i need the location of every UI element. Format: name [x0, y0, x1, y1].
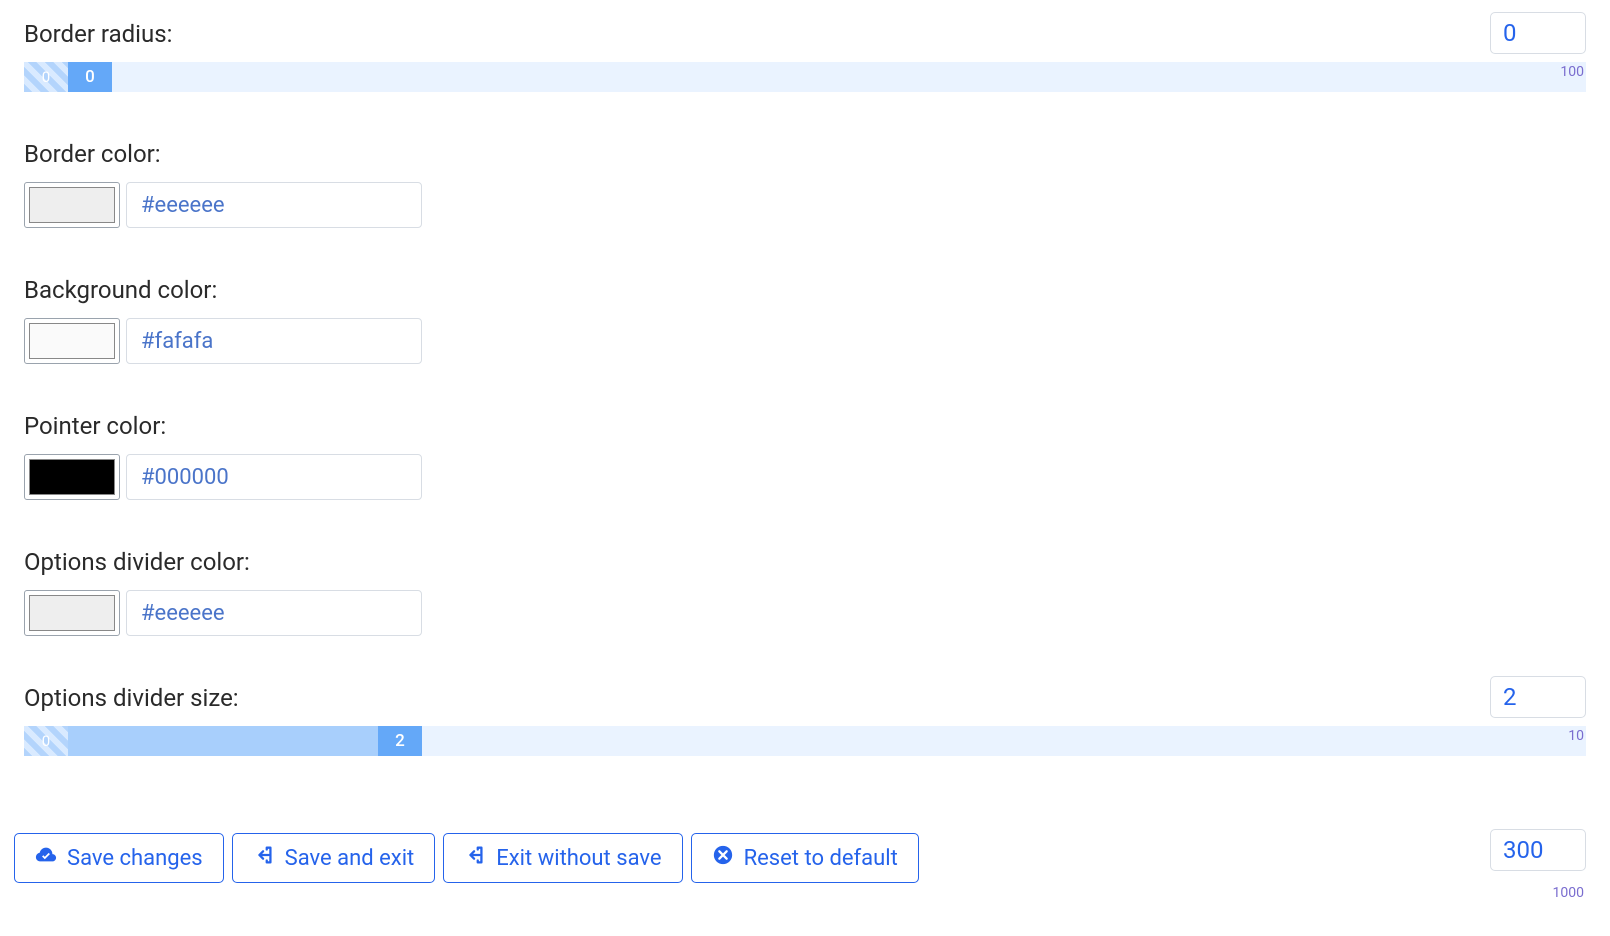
divider-size-slider-track[interactable]: 0 2: [24, 726, 1586, 756]
action-bar: Save changes Save and exit Exit without …: [14, 833, 919, 883]
slider-border-radius: 0 0 100: [24, 62, 1586, 92]
field-pointer-color: Pointer color:: [24, 412, 1586, 500]
label-pointer-color: Pointer color:: [24, 412, 1586, 440]
border-color-input[interactable]: [126, 182, 422, 228]
reset-to-default-button[interactable]: Reset to default: [691, 833, 919, 883]
divider-color-swatch[interactable]: [24, 590, 120, 636]
cloud-check-icon: [35, 844, 57, 872]
label-divider-size: Options divider size:: [24, 684, 1586, 712]
field-border-color: Border color:: [24, 140, 1586, 228]
label-border-radius: Border radius:: [24, 20, 1586, 48]
border-radius-value-input[interactable]: [1490, 12, 1586, 54]
divider-size-slider-thumb[interactable]: 2: [378, 726, 422, 756]
x-circle-icon: [712, 844, 734, 872]
save-and-exit-label: Save and exit: [285, 846, 415, 871]
max-open-height-value-input[interactable]: [1490, 829, 1586, 871]
pointer-color-swatch[interactable]: [24, 454, 120, 500]
arrow-left-bracket-icon: [253, 844, 275, 872]
exit-without-save-button[interactable]: Exit without save: [443, 833, 682, 883]
pointer-color-input[interactable]: [126, 454, 422, 500]
border-color-swatch-inner: [29, 187, 115, 223]
reset-to-default-label: Reset to default: [744, 846, 898, 871]
label-background-color: Background color:: [24, 276, 1586, 304]
field-divider-color: Options divider color:: [24, 548, 1586, 636]
divider-color-input[interactable]: [126, 590, 422, 636]
label-border-color: Border color:: [24, 140, 1586, 168]
divider-color-swatch-inner: [29, 595, 115, 631]
slider-divider-size: 0 2 10: [24, 726, 1586, 756]
label-divider-color: Options divider color:: [24, 548, 1586, 576]
border-color-swatch[interactable]: [24, 182, 120, 228]
field-divider-size: Options divider size: 0 2 10: [24, 684, 1586, 756]
settings-panel: Border radius: 0 0 100 Border color: Bac…: [0, 0, 1610, 936]
exit-without-save-label: Exit without save: [496, 846, 661, 871]
divider-size-max: 10: [1568, 728, 1584, 744]
border-radius-slider-track[interactable]: 0 0: [24, 62, 1586, 92]
background-color-swatch-inner: [29, 323, 115, 359]
field-background-color: Background color:: [24, 276, 1586, 364]
slider-hatch-zone: 0: [24, 726, 68, 756]
pointer-color-swatch-inner: [29, 459, 115, 495]
arrow-left-bracket-icon: [464, 844, 486, 872]
slider-hatch-zone: 0: [24, 62, 68, 92]
save-and-exit-button[interactable]: Save and exit: [232, 833, 436, 883]
divider-size-fill: [68, 726, 378, 756]
border-radius-max: 100: [1560, 64, 1584, 80]
max-open-height-max: 1000: [1553, 885, 1584, 901]
field-border-radius: Border radius: 0 0 100: [24, 20, 1586, 92]
border-radius-slider-thumb[interactable]: 0: [68, 62, 112, 92]
background-color-swatch[interactable]: [24, 318, 120, 364]
save-changes-label: Save changes: [67, 846, 203, 871]
save-changes-button[interactable]: Save changes: [14, 833, 224, 883]
background-color-input[interactable]: [126, 318, 422, 364]
divider-size-value-input[interactable]: [1490, 676, 1586, 718]
